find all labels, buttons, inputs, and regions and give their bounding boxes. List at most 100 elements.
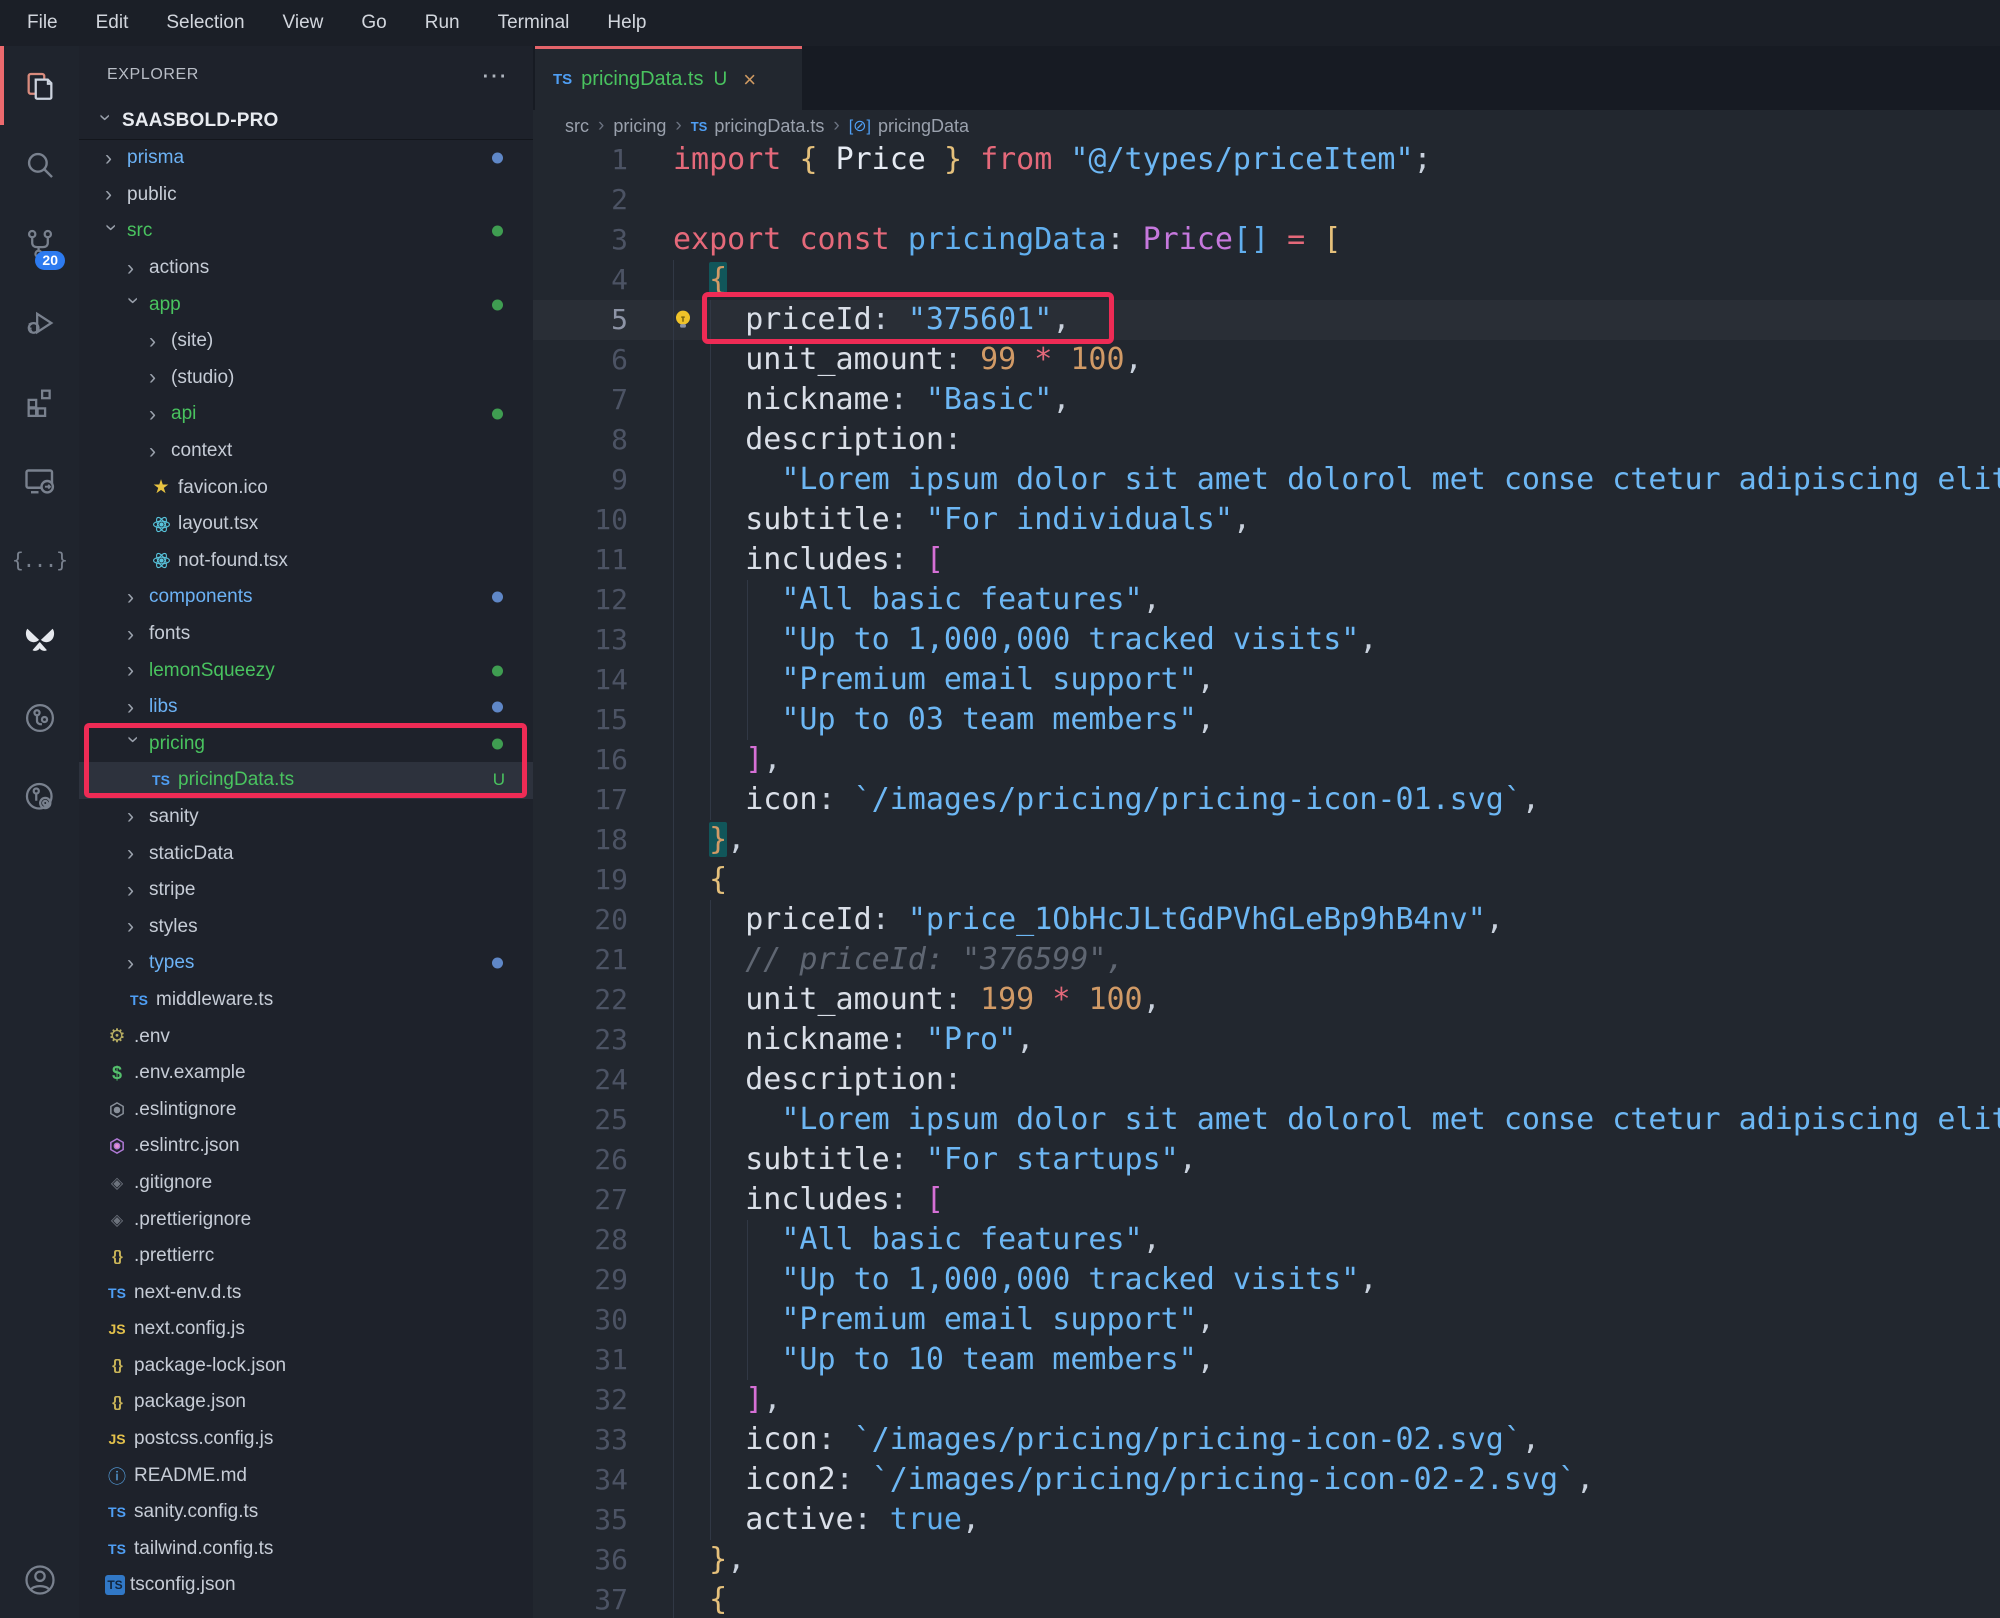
code-line-37[interactable]: 37 { xyxy=(533,1580,2000,1618)
code-line-28[interactable]: 28 "All basic features", xyxy=(533,1220,2000,1260)
code-line-8[interactable]: 8 description: xyxy=(533,420,2000,460)
tree-item-stripe[interactable]: ›stripe xyxy=(79,872,533,909)
line-number[interactable]: 4 xyxy=(533,260,628,300)
tree-item-src[interactable]: ›src xyxy=(79,213,533,250)
tree-item-layout.tsx[interactable]: layout.tsx xyxy=(79,506,533,543)
line-number[interactable]: 22 xyxy=(533,980,628,1020)
close-icon[interactable]: × xyxy=(743,69,756,91)
code-line-34[interactable]: 34 icon2: `/images/pricing/pricing-icon-… xyxy=(533,1460,2000,1500)
tree-item-public[interactable]: ›public xyxy=(79,177,533,214)
run-and-debug-icon[interactable] xyxy=(0,283,79,362)
line-number[interactable]: 2 xyxy=(533,180,628,220)
tree-item-.env[interactable]: ⚙.env xyxy=(79,1018,533,1055)
explorer-icon[interactable] xyxy=(0,46,79,125)
code-line-21[interactable]: 21 // priceId: "376599", xyxy=(533,940,2000,980)
line-number[interactable]: 6 xyxy=(533,340,628,380)
code-line-22[interactable]: 22 unit_amount: 199 * 100, xyxy=(533,980,2000,1020)
snippets-icon[interactable]: {...} xyxy=(0,520,79,599)
account-icon[interactable] xyxy=(0,1550,79,1610)
menu-item-edit[interactable]: Edit xyxy=(77,0,148,46)
tree-item-components[interactable]: ›components xyxy=(79,579,533,616)
line-number[interactable]: 34 xyxy=(533,1460,628,1500)
tree-item-actions[interactable]: ›actions xyxy=(79,250,533,287)
tree-item-favicon.ico[interactable]: ★favicon.ico xyxy=(79,469,533,506)
tree-item-styles[interactable]: ›styles xyxy=(79,908,533,945)
line-number[interactable]: 7 xyxy=(533,380,628,420)
menu-item-go[interactable]: Go xyxy=(342,0,405,46)
code-line-2[interactable]: 2 xyxy=(533,180,2000,220)
code-line-31[interactable]: 31 "Up to 10 team members", xyxy=(533,1340,2000,1380)
line-number[interactable]: 8 xyxy=(533,420,628,460)
tree-item-package.json[interactable]: {}package.json xyxy=(79,1384,533,1421)
line-number[interactable]: 32 xyxy=(533,1380,628,1420)
line-number[interactable]: 13 xyxy=(533,620,628,660)
line-number[interactable]: 14 xyxy=(533,660,628,700)
tree-item-sanity[interactable]: ›sanity xyxy=(79,799,533,836)
tree-item-.eslintrc.json[interactable]: .eslintrc.json xyxy=(79,1128,533,1165)
search-icon[interactable] xyxy=(0,125,79,204)
breadcrumb-item-src[interactable]: src xyxy=(565,116,589,137)
line-number[interactable]: 19 xyxy=(533,860,628,900)
code-line-18[interactable]: 18 }, xyxy=(533,820,2000,860)
code-line-23[interactable]: 23 nickname: "Pro", xyxy=(533,1020,2000,1060)
tree-item-api[interactable]: ›api xyxy=(79,396,533,433)
code-line-30[interactable]: 30 "Premium email support", xyxy=(533,1300,2000,1340)
tree-item-middleware.ts[interactable]: TSmiddleware.ts xyxy=(79,982,533,1019)
line-number[interactable]: 30 xyxy=(533,1300,628,1340)
code-line-9[interactable]: 9 "Lorem ipsum dolor sit amet dolorol me… xyxy=(533,460,2000,500)
line-number[interactable]: 27 xyxy=(533,1180,628,1220)
menu-item-terminal[interactable]: Terminal xyxy=(479,0,589,46)
code-area[interactable]: 1import { Price } from "@/types/priceIte… xyxy=(533,140,2000,1618)
line-number[interactable]: 33 xyxy=(533,1420,628,1460)
tree-item-.prettierrc[interactable]: {}.prettierrc xyxy=(79,1238,533,1275)
tree-item-postcss.config.js[interactable]: JSpostcss.config.js xyxy=(79,1421,533,1458)
code-line-15[interactable]: 15 "Up to 03 team members", xyxy=(533,700,2000,740)
line-number[interactable]: 15 xyxy=(533,700,628,740)
line-number[interactable]: 10 xyxy=(533,500,628,540)
line-number[interactable]: 3 xyxy=(533,220,628,260)
butterfly-extension-icon[interactable] xyxy=(0,599,79,678)
menu-item-file[interactable]: File xyxy=(8,0,77,46)
menu-item-help[interactable]: Help xyxy=(588,0,665,46)
code-line-10[interactable]: 10 subtitle: "For individuals", xyxy=(533,500,2000,540)
tree-item-lemonsqueezy[interactable]: ›lemonSqueezy xyxy=(79,652,533,689)
tree-item-studio[interactable]: ›(studio) xyxy=(79,360,533,397)
views-and-more-actions-icon[interactable]: ⋯ xyxy=(481,70,507,80)
tree-item-.gitignore[interactable]: ◈.gitignore xyxy=(79,1165,533,1202)
line-number[interactable]: 21 xyxy=(533,940,628,980)
code-line-29[interactable]: 29 "Up to 1,000,000 tracked visits", xyxy=(533,1260,2000,1300)
tree-item-tailwind.config.ts[interactable]: TStailwind.config.ts xyxy=(79,1531,533,1568)
tree-item-site[interactable]: ›(site) xyxy=(79,323,533,360)
code-line-3[interactable]: 3export const pricingData: Price[] = [ xyxy=(533,220,2000,260)
tree-item-sanity.config.ts[interactable]: TSsanity.config.ts xyxy=(79,1494,533,1531)
tab-pricingdata[interactable]: TS pricingData.ts U × xyxy=(535,46,802,110)
tree-item-prisma[interactable]: ›prisma xyxy=(79,140,533,177)
tree-item-types[interactable]: ›types xyxy=(79,945,533,982)
line-number[interactable]: 29 xyxy=(533,1260,628,1300)
line-number[interactable]: 37 xyxy=(533,1580,628,1618)
tree-item-readme.md[interactable]: ⓘREADME.md xyxy=(79,1457,533,1494)
code-line-32[interactable]: 32 ], xyxy=(533,1380,2000,1420)
code-line-13[interactable]: 13 "Up to 1,000,000 tracked visits", xyxy=(533,620,2000,660)
tree-item-.eslintignore[interactable]: .eslintignore xyxy=(79,1091,533,1128)
tree-item-.prettierignore[interactable]: ◈.prettierignore xyxy=(79,1201,533,1238)
line-number[interactable]: 28 xyxy=(533,1220,628,1260)
live-preview-icon[interactable] xyxy=(0,441,79,520)
code-line-35[interactable]: 35 active: true, xyxy=(533,1500,2000,1540)
code-line-16[interactable]: 16 ], xyxy=(533,740,2000,780)
code-line-26[interactable]: 26 subtitle: "For startups", xyxy=(533,1140,2000,1180)
line-number[interactable]: 9 xyxy=(533,460,628,500)
tree-item-libs[interactable]: ›libs xyxy=(79,689,533,726)
code-line-17[interactable]: 17 icon: `/images/pricing/pricing-icon-0… xyxy=(533,780,2000,820)
extensions-icon[interactable] xyxy=(0,362,79,441)
workspace-root-row[interactable]: › SAASBOLD-PRO xyxy=(79,103,533,140)
line-number[interactable]: 20 xyxy=(533,900,628,940)
gitlens-icon[interactable] xyxy=(0,678,79,757)
breadcrumb-item-pricing[interactable]: pricing xyxy=(613,116,666,137)
line-number[interactable]: 5 xyxy=(533,300,628,340)
line-number[interactable]: 17 xyxy=(533,780,628,820)
line-number[interactable]: 36 xyxy=(533,1540,628,1580)
tree-item-package-lock.json[interactable]: {}package-lock.json xyxy=(79,1348,533,1385)
tree-item-.env.example[interactable]: $.env.example xyxy=(79,1055,533,1092)
tree-item-fonts[interactable]: ›fonts xyxy=(79,616,533,653)
